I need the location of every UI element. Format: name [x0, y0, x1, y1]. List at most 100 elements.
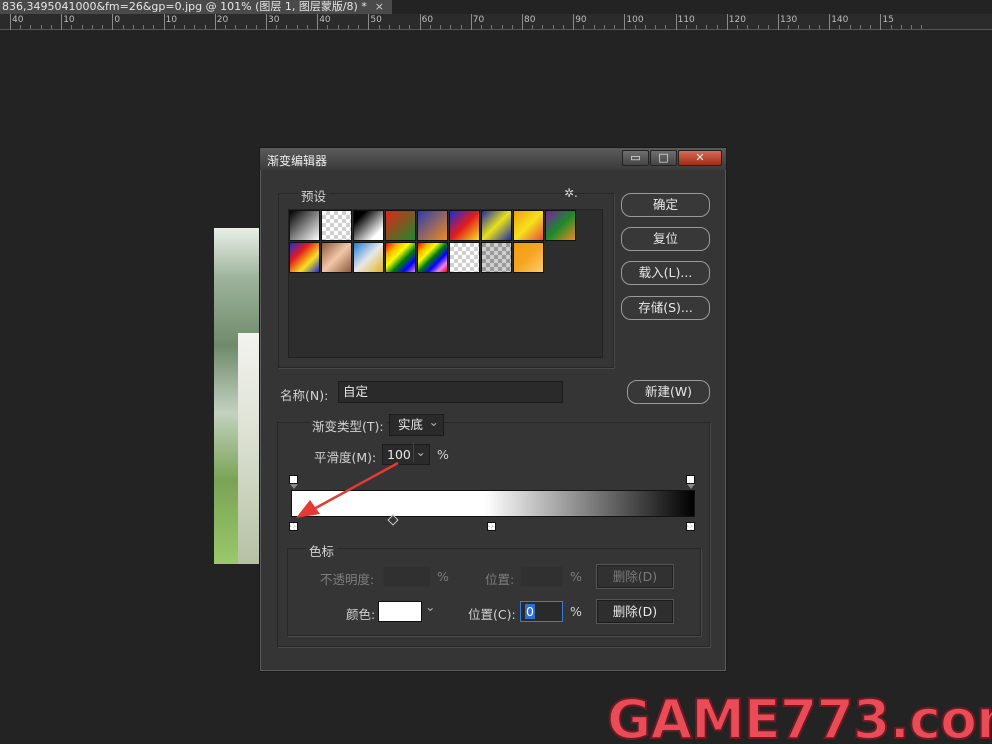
preset-swatch[interactable] — [385, 242, 416, 273]
close-tab-icon[interactable]: × — [375, 0, 384, 14]
ruler-minor-tick — [706, 25, 708, 29]
ruler-minor-tick — [757, 25, 759, 29]
opacity-input[interactable] — [383, 566, 431, 587]
horizontal-ruler: 40 10 0 10 20 30 40 50 60 70 80 90 100 110 120 130 140 15 — [0, 14, 992, 30]
ruler-minor-tick — [788, 25, 790, 29]
gear-icon[interactable]: ✲. — [564, 186, 578, 200]
opacity-position-unit: % — [570, 569, 582, 584]
chevron-down-icon[interactable]: ⌄ — [425, 599, 435, 614]
document-tab[interactable]: 836,3495041000&fm=26&gp=0.jpg @ 101% (图层… — [0, 0, 392, 14]
preset-swatch[interactable] — [385, 210, 416, 241]
ruler-minor-tick — [900, 25, 902, 29]
preset-swatch[interactable] — [417, 242, 448, 273]
preset-swatch[interactable] — [513, 242, 544, 273]
ruler-minor-tick — [440, 25, 442, 29]
ruler-minor-tick — [153, 25, 155, 29]
save-button[interactable]: 存储(S)... — [621, 296, 710, 320]
ruler-minor-tick — [306, 25, 308, 29]
ruler-minor-tick — [890, 25, 892, 29]
dialog-titlebar[interactable]: 渐变编辑器 ▭ □ ✕ — [260, 148, 726, 170]
reset-button[interactable]: 复位 — [621, 227, 710, 251]
new-button[interactable]: 新建(W) — [627, 380, 710, 404]
preset-swatch[interactable] — [353, 242, 384, 273]
dialog-title: 渐变编辑器 — [267, 154, 328, 168]
preset-swatch[interactable] — [289, 210, 320, 241]
preset-swatch[interactable] — [481, 242, 512, 273]
ruler-minor-tick — [102, 25, 104, 29]
preset-swatch[interactable] — [545, 210, 576, 241]
preset-swatch[interactable] — [449, 242, 480, 273]
ruler-minor-tick — [665, 25, 667, 29]
ruler-minor-tick — [481, 25, 483, 29]
preset-swatch[interactable] — [449, 210, 480, 241]
ruler-minor-tick — [593, 25, 595, 29]
ruler-label: 80 — [524, 15, 536, 25]
ruler-label: 40 — [12, 15, 24, 25]
preset-swatch[interactable] — [417, 210, 448, 241]
preset-swatch[interactable] — [481, 210, 512, 241]
ruler-minor-tick — [378, 25, 380, 29]
ruler-minor-tick — [40, 25, 42, 29]
ruler-minor-tick — [552, 25, 554, 29]
ruler-minor-tick — [255, 25, 257, 29]
gradient-type-value: 实底 — [398, 417, 424, 432]
color-stop-middle[interactable] — [487, 522, 496, 531]
ruler-minor-tick — [122, 25, 124, 29]
color-position-label: 位置(C): — [468, 607, 516, 622]
color-delete-button[interactable]: 删除(D) — [597, 600, 673, 623]
preset-swatch[interactable] — [289, 242, 320, 273]
ruler-minor-tick — [532, 25, 534, 29]
ruler-minor-tick — [491, 25, 493, 29]
ruler-minor-tick — [296, 25, 298, 29]
ruler-minor-tick — [50, 25, 52, 29]
ruler-label: 10 — [165, 15, 178, 25]
preset-swatch[interactable] — [321, 210, 352, 241]
ruler-minor-tick — [767, 25, 769, 29]
ruler-minor-tick — [542, 25, 544, 29]
ruler-minor-tick — [245, 25, 247, 29]
minimize-button[interactable]: ▭ — [622, 150, 649, 166]
maximize-button[interactable]: □ — [650, 150, 677, 166]
ruler-label: 100 — [626, 15, 644, 25]
opacity-position-input[interactable] — [520, 566, 563, 587]
preset-swatch[interactable] — [513, 210, 544, 241]
color-position-input[interactable]: 0 — [520, 601, 563, 622]
chevron-down-icon: ⌄ — [428, 414, 439, 429]
load-button[interactable]: 载入(L)... — [621, 261, 710, 285]
close-button[interactable]: ✕ — [678, 150, 722, 166]
preset-swatch[interactable] — [321, 242, 352, 273]
annotation-arrow — [296, 461, 399, 518]
ruler-minor-tick — [460, 25, 462, 29]
ruler-label: 15 — [882, 15, 894, 25]
opacity-stop-pointer — [687, 484, 695, 489]
ok-button[interactable]: 确定 — [621, 193, 710, 217]
preset-swatch[interactable] — [353, 210, 384, 241]
color-stops-label: 色标 — [306, 541, 338, 560]
ruler-minor-tick — [235, 25, 237, 29]
ruler-minor-tick — [818, 25, 820, 29]
color-stop-right[interactable] — [686, 522, 695, 531]
ruler-minor-tick — [798, 25, 800, 29]
name-input[interactable]: 自定 — [338, 381, 563, 403]
ruler-minor-tick — [337, 25, 339, 29]
gradient-type-select[interactable]: 实底 ⌄ — [389, 414, 444, 436]
ruler-label: 30 — [268, 15, 280, 25]
color-swatch[interactable] — [378, 601, 422, 622]
name-label: 名称(N): — [280, 388, 329, 403]
ruler-minor-tick — [132, 25, 134, 29]
ruler-minor-tick — [634, 25, 636, 29]
ruler-label: 140 — [831, 15, 849, 25]
document-title: 836,3495041000&fm=26&gp=0.jpg @ 101% (图层… — [2, 0, 367, 13]
opacity-delete-button[interactable]: 删除(D) — [597, 565, 673, 588]
opacity-label: 不透明度: — [320, 572, 375, 587]
ruler-minor-tick — [583, 25, 585, 29]
ruler-minor-tick — [737, 25, 739, 29]
ruler-label: 70 — [472, 15, 485, 25]
ruler-minor-tick — [388, 25, 390, 29]
chevron-down-icon[interactable]: ⌄ — [412, 442, 426, 462]
ruler-minor-tick — [849, 25, 851, 29]
ruler-label: 20 — [216, 15, 229, 25]
opacity-stop-right[interactable] — [686, 475, 695, 484]
ruler-label: 10 — [63, 15, 75, 25]
ruler-label: 130 — [780, 15, 798, 25]
